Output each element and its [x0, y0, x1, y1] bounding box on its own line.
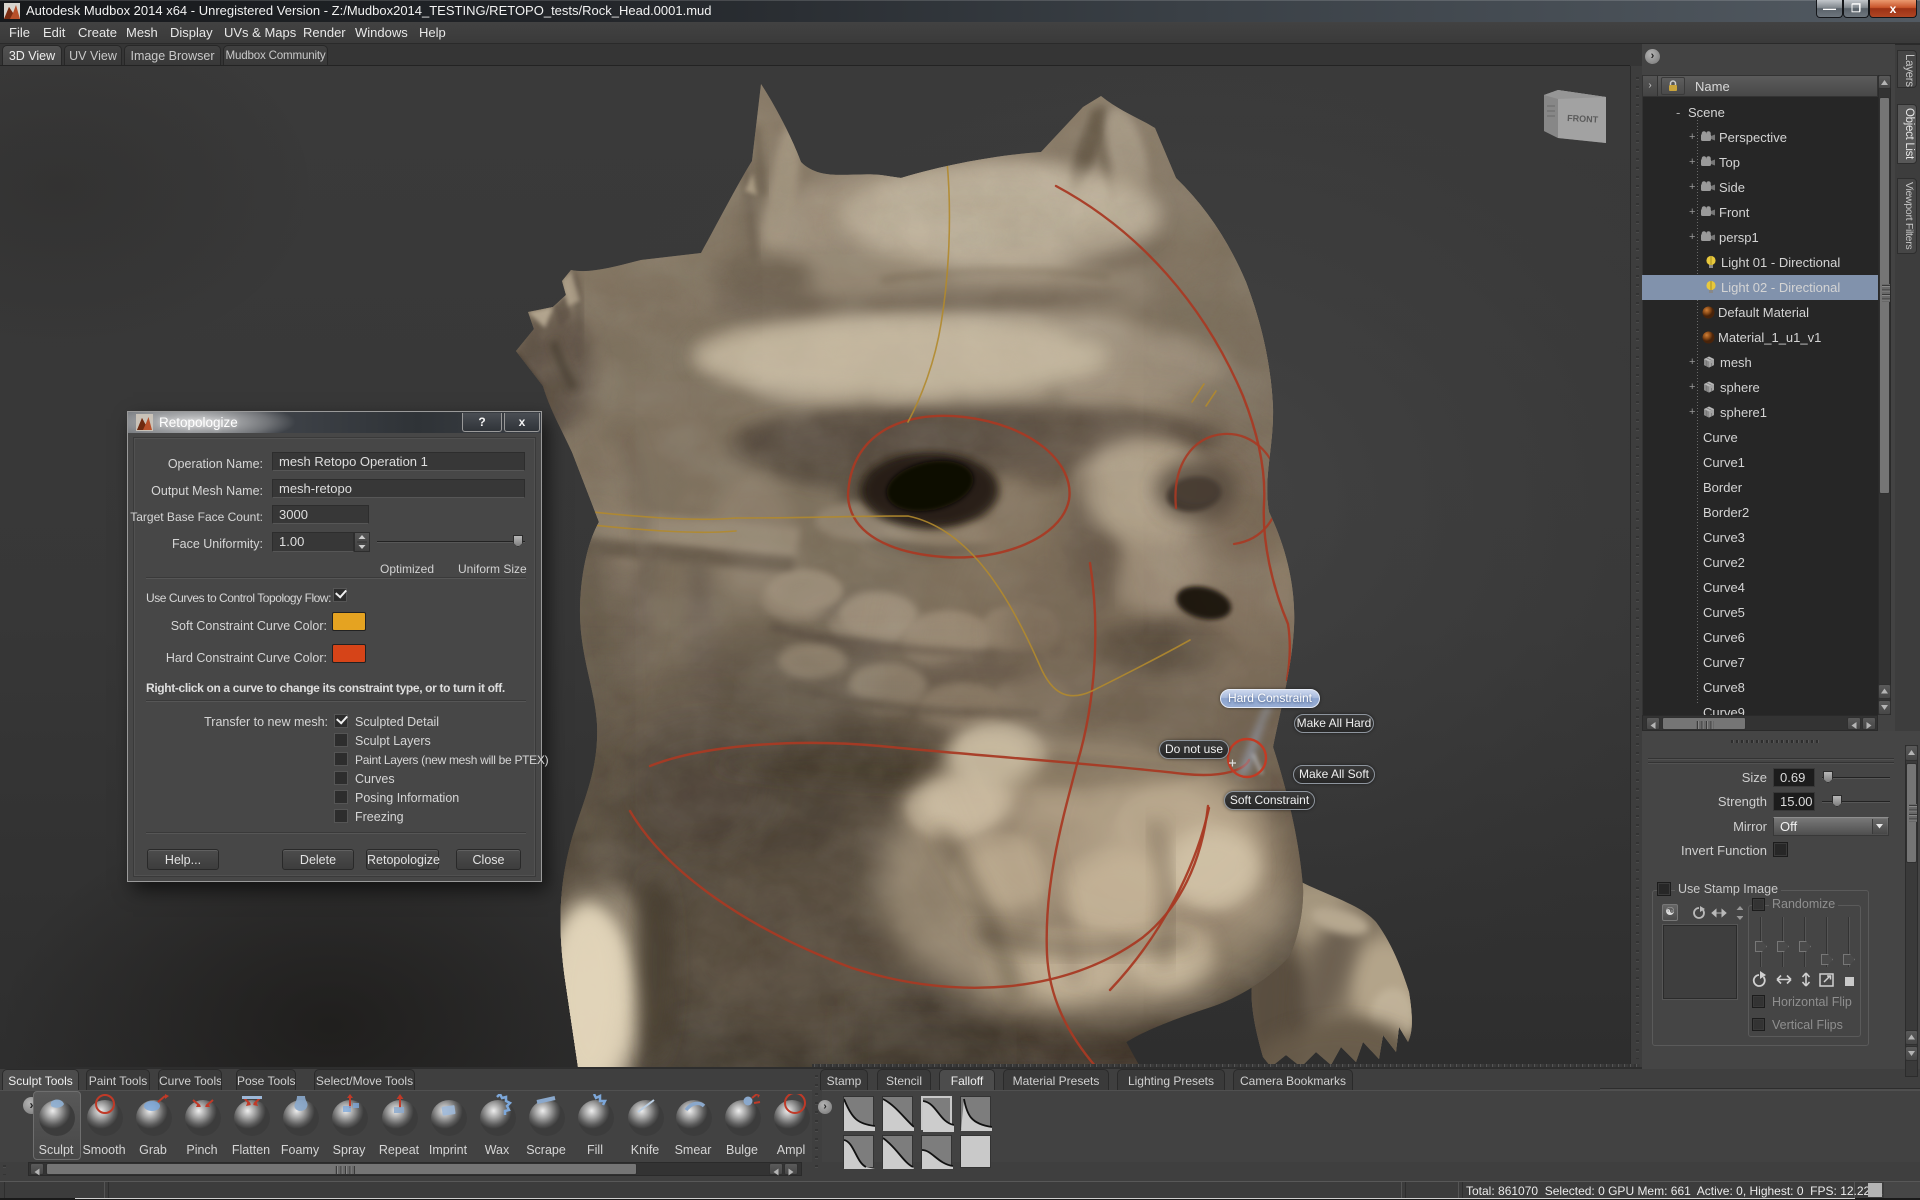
svg-text:FRONT: FRONT [1567, 113, 1599, 125]
